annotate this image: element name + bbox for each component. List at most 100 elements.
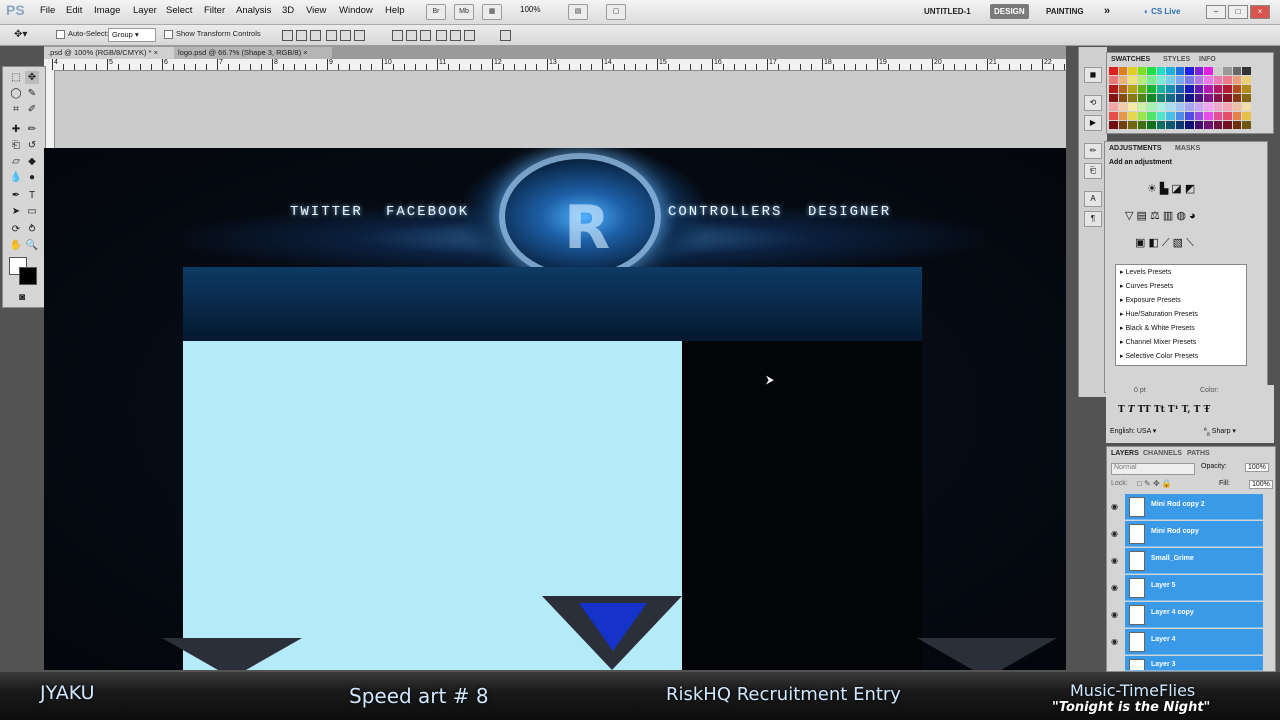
color-swatch[interactable]: [1137, 85, 1146, 93]
color-swatch[interactable]: [1213, 112, 1222, 120]
menu-edit[interactable]: Edit: [66, 5, 82, 16]
tab-info[interactable]: INFO: [1199, 56, 1216, 63]
color-swatch[interactable]: [1223, 112, 1232, 120]
color-swatch[interactable]: [1232, 121, 1241, 129]
3d-rotate-icon[interactable]: ⟳: [9, 223, 23, 236]
layer-row[interactable]: ◉ Mini Rod copy 2: [1111, 494, 1263, 520]
blur-tool-icon[interactable]: 💧: [9, 171, 23, 184]
eye-icon[interactable]: ◉: [1111, 529, 1118, 538]
color-swatch[interactable]: [1194, 103, 1203, 111]
preset-selective-color[interactable]: ▸ Selective Color Presets: [1120, 352, 1198, 360]
screen-mode-icon[interactable]: ▢: [606, 4, 626, 20]
background-color-swatch[interactable]: [19, 267, 37, 285]
color-swatch[interactable]: [1232, 94, 1241, 102]
color-swatch[interactable]: [1223, 76, 1232, 84]
align-bottom-icon[interactable]: [310, 30, 321, 41]
marquee-tool-icon[interactable]: ⬚: [9, 71, 23, 84]
color-swatch[interactable]: [1242, 76, 1251, 84]
color-swatch[interactable]: [1175, 94, 1184, 102]
tab-document-active[interactable]: .psd @ 100% (RGB/8/CMYK) * ×: [44, 47, 174, 59]
color-swatch[interactable]: [1128, 121, 1137, 129]
color-swatch[interactable]: [1194, 76, 1203, 84]
pen-tool-icon[interactable]: ✒: [9, 189, 23, 202]
brightness-icon[interactable]: ☀ ▙ ◪ ◩: [1147, 182, 1195, 195]
align-right-icon[interactable]: [354, 30, 365, 41]
actions-panel-icon[interactable]: ▶: [1084, 115, 1102, 131]
align-hcenter-icon[interactable]: [340, 30, 351, 41]
clone-source-icon[interactable]: ⎗: [1084, 163, 1102, 179]
align-left-icon[interactable]: [326, 30, 337, 41]
tab-paths[interactable]: PATHS: [1187, 450, 1210, 457]
color-swatch[interactable]: [1204, 76, 1213, 84]
color-swatch[interactable]: [1232, 85, 1241, 93]
3d-orbit-icon[interactable]: ⥁: [25, 223, 39, 236]
layer-row[interactable]: ◉Layer 3: [1125, 656, 1263, 671]
menu-3d[interactable]: 3D: [282, 5, 294, 16]
color-swatch[interactable]: [1156, 94, 1165, 102]
move-tool-icon[interactable]: ✥▾: [14, 29, 27, 40]
color-swatch[interactable]: [1156, 67, 1165, 75]
color-panel-icon[interactable]: ◼: [1084, 67, 1102, 83]
preset-levels[interactable]: ▸ Levels Presets: [1120, 268, 1171, 276]
color-swatch[interactable]: [1118, 121, 1127, 129]
color-swatch[interactable]: [1166, 67, 1175, 75]
color-swatch[interactable]: [1223, 121, 1232, 129]
workspace-painting[interactable]: PAINTING: [1042, 4, 1088, 19]
color-swatch[interactable]: [1166, 76, 1175, 84]
color-swatch[interactable]: [1137, 76, 1146, 84]
color-swatch[interactable]: [1213, 67, 1222, 75]
eye-icon[interactable]: ◉: [1111, 556, 1118, 565]
color-swatch[interactable]: [1109, 121, 1118, 129]
type-tool-icon[interactable]: T: [25, 189, 39, 202]
color-swatch[interactable]: [1185, 85, 1194, 93]
menu-image[interactable]: Image: [94, 5, 120, 16]
color-swatch[interactable]: [1204, 85, 1213, 93]
color-swatch[interactable]: [1223, 103, 1232, 111]
text-style-icons[interactable]: T T TT Tt T¹ T, T Ŧ: [1118, 405, 1210, 415]
auto-select-checkbox[interactable]: Auto-Select:: [56, 29, 109, 39]
layer-row[interactable]: ◉ Layer 4 copy: [1111, 602, 1263, 628]
color-swatch[interactable]: [1185, 94, 1194, 102]
color-swatch[interactable]: [1109, 94, 1118, 102]
quick-mask-icon[interactable]: ◙: [15, 291, 29, 304]
color-swatch[interactable]: [1137, 103, 1146, 111]
show-transform-checkbox[interactable]: Show Transform Controls: [164, 29, 261, 39]
paragraph-panel-icon[interactable]: ¶: [1084, 211, 1102, 227]
color-swatch[interactable]: [1109, 67, 1118, 75]
align-top-icon[interactable]: [282, 30, 293, 41]
menu-layer[interactable]: Layer: [133, 5, 157, 16]
leading-field[interactable]: 0 pt: [1134, 387, 1146, 394]
tab-adjustments[interactable]: ADJUSTMENTS: [1109, 145, 1162, 152]
color-swatch[interactable]: [1156, 121, 1165, 129]
workspace-design[interactable]: DESIGN: [990, 4, 1029, 19]
preset-exposure[interactable]: ▸ Exposure Presets: [1120, 296, 1181, 304]
color-swatch[interactable]: [1242, 67, 1251, 75]
lasso-tool-icon[interactable]: ◯: [9, 87, 23, 100]
color-swatch[interactable]: [1223, 94, 1232, 102]
color-swatch[interactable]: [1204, 121, 1213, 129]
document-canvas[interactable]: R TWITTER FACEBOOK CONTROLLERS DESIGNER …: [44, 148, 1066, 670]
color-swatch[interactable]: [1118, 112, 1127, 120]
color-swatch[interactable]: [1194, 112, 1203, 120]
brush-panel-icon[interactable]: ✏: [1084, 143, 1102, 159]
preset-curves[interactable]: ▸ Curves Presets: [1120, 282, 1173, 290]
color-swatch[interactable]: [1128, 94, 1137, 102]
align-vcenter-icon[interactable]: [296, 30, 307, 41]
color-swatch[interactable]: [1242, 94, 1251, 102]
close-tab-icon[interactable]: ×: [154, 48, 158, 57]
preset-hue-saturation[interactable]: ▸ Hue/Saturation Presets: [1120, 310, 1198, 318]
layer-row[interactable]: ◉ Mini Rod copy: [1111, 521, 1263, 547]
menu-filter[interactable]: Filter: [204, 5, 225, 16]
healing-brush-icon[interactable]: ✚: [9, 123, 23, 136]
color-swatch[interactable]: [1242, 121, 1251, 129]
color-swatch[interactable]: [1175, 67, 1184, 75]
rectangle-tool-icon[interactable]: ▭: [25, 205, 39, 218]
close-tab-icon[interactable]: ×: [303, 48, 307, 57]
eyedropper-tool-icon[interactable]: ✐: [25, 103, 39, 116]
color-swatch[interactable]: [1194, 121, 1203, 129]
color-swatch[interactable]: [1156, 76, 1165, 84]
color-swatch[interactable]: [1166, 85, 1175, 93]
layer-row[interactable]: ◉ Layer 4: [1111, 629, 1263, 655]
color-swatch[interactable]: [1213, 76, 1222, 84]
color-swatch[interactable]: [1185, 67, 1194, 75]
